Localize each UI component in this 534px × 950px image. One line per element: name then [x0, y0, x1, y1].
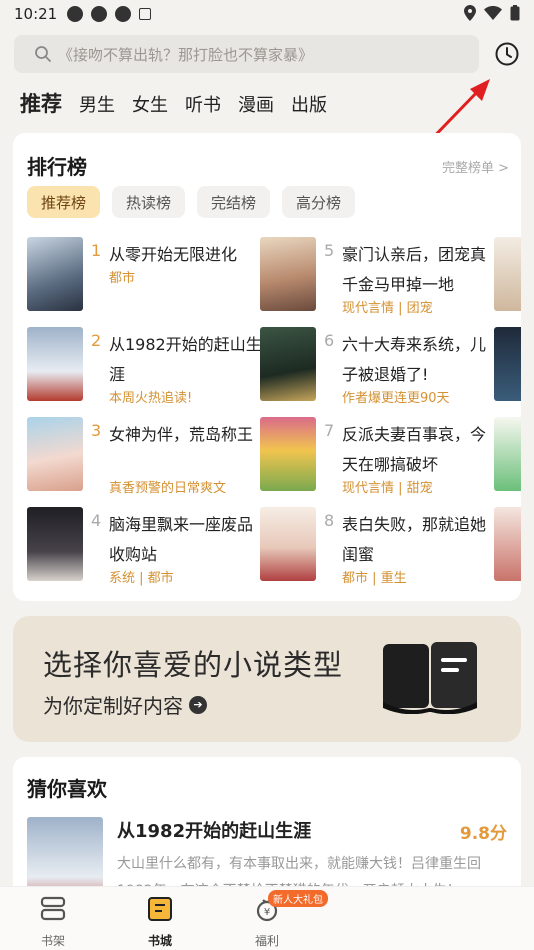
ranking-item[interactable]: 4 脑海里飘来一座废品收购站 系统 | 都市 [27, 507, 257, 586]
tab-ranking-finished[interactable]: 完结榜 [197, 186, 271, 218]
tab-comics[interactable]: 漫画 [238, 91, 274, 117]
notification-icon [91, 6, 108, 22]
bottom-nav: 书架 书城 ¥ 福利 新人大礼包 [0, 886, 534, 950]
location-icon [464, 5, 476, 21]
tab-ranking-top-rated[interactable]: 高分榜 [282, 186, 356, 218]
book-cover [27, 417, 83, 491]
new-user-gift-badge: 新人大礼包 [268, 890, 328, 907]
book-tag: 都市 | 重生 [342, 571, 407, 586]
ranking-item[interactable]: 7 反派夫妻百事哀，今天在哪搞破坏 现代言情 | 甜宠 [260, 417, 490, 496]
book-title: 豪门认亲后，团宠真千金马甲掉一地 [342, 245, 487, 294]
book-title: 女神为伴，荒岛称王 [109, 425, 254, 444]
book-cover[interactable] [494, 507, 521, 581]
ranking-item[interactable]: 3 女神为伴，荒岛称王 真香预警的日常爽文 [27, 417, 257, 496]
ranking-item[interactable]: 1 从零开始无限进化 都市 [27, 237, 257, 313]
search-input[interactable]: 《接吻不算出轨？那打脸也不算家暴》 [14, 35, 479, 73]
book-cover [260, 237, 316, 311]
book-title[interactable]: 从1982开始的赶山生涯 [117, 817, 311, 843]
ranking-title: 排行榜 [27, 155, 87, 179]
rank-number: 1 [91, 241, 102, 260]
nav-welfare-label: 福利 [254, 934, 279, 948]
status-time: 10:21 [14, 5, 58, 23]
ranking-item[interactable]: 5 豪门认亲后，团宠真千金马甲掉一地 现代言情 | 团宠 [260, 237, 490, 316]
battery-icon [510, 5, 520, 21]
genre-banner-subtitle: 为你定制好内容 ➔ [43, 690, 207, 719]
genre-preference-banner[interactable]: 选择你喜爱的小说类型 为你定制好内容 ➔ [13, 616, 521, 742]
nav-welfare[interactable]: ¥ 福利 新人大礼包 [232, 890, 328, 949]
tab-male[interactable]: 男生 [79, 91, 115, 117]
arrow-right-icon: ➔ [189, 695, 207, 714]
ranking-card: 排行榜 完整榜单 > 推荐榜 热读榜 完结榜 高分榜 1 从零开始无限进化 都市… [13, 133, 521, 601]
genre-banner-subtitle-text: 为你定制好内容 [43, 694, 183, 718]
bookshelf-icon [40, 896, 66, 921]
channel-tabs: 推荐 男生 女生 听书 漫画 出版 [20, 88, 327, 118]
nav-bookstore[interactable]: 书城 [125, 895, 195, 949]
tab-ranking-hot[interactable]: 热读榜 [112, 186, 186, 218]
book-cover [260, 507, 316, 581]
book-score: 9.8分 [459, 824, 507, 844]
book-tag: 真香预警的日常爽文 [109, 481, 227, 496]
ranking-item[interactable]: 6 六十大寿来系统，儿子被退婚了! 作者爆更连更90天 [260, 327, 490, 406]
full-ranking-link[interactable]: 完整榜单 > [442, 157, 509, 176]
search-placeholder: 《接吻不算出轨？那打脸也不算家暴》 [58, 45, 314, 64]
book-cover [27, 327, 83, 401]
ranking-tabs: 推荐榜 热读榜 完结榜 高分榜 [27, 186, 356, 218]
svg-text:¥: ¥ [264, 907, 270, 918]
tab-female[interactable]: 女生 [132, 91, 168, 117]
wifi-icon [484, 6, 502, 20]
search-icon [35, 46, 51, 62]
book-title: 从零开始无限进化 [109, 245, 238, 264]
ranking-item[interactable]: 8 表白失败，那就追她闺蜜 都市 | 重生 [260, 507, 490, 586]
guess-title: 猜你喜欢 [27, 777, 107, 801]
ranking-item[interactable]: 2 从1982开始的赶山生涯 本周火热追读! [27, 327, 262, 406]
rank-number: 3 [91, 421, 102, 440]
nav-bookshelf[interactable]: 书架 [18, 895, 88, 949]
tab-publishing[interactable]: 出版 [291, 91, 327, 117]
rank-number: 4 [91, 511, 102, 530]
history-icon[interactable] [494, 41, 520, 67]
book-title: 表白失败，那就追她闺蜜 [342, 515, 487, 564]
nav-bookshelf-label: 书架 [40, 934, 65, 948]
search-row: 《接吻不算出轨？那打脸也不算家暴》 [14, 35, 520, 73]
book-tag: 都市 [109, 271, 136, 286]
book-tag: 现代言情 | 甜宠 [342, 481, 433, 496]
notification-icon [67, 6, 84, 22]
book-cover[interactable] [494, 237, 521, 311]
rank-number: 2 [91, 331, 102, 350]
rank-number: 5 [324, 241, 335, 260]
nav-bookstore-label: 书城 [147, 934, 172, 948]
status-bar: 10:21 [0, 0, 534, 28]
book-cover [27, 237, 83, 311]
book-tag: 现代言情 | 团宠 [342, 301, 433, 316]
tab-recommend[interactable]: 推荐 [20, 88, 62, 118]
book-tag: 系统 | 都市 [109, 571, 174, 586]
book-title: 从1982开始的赶山生涯 [109, 335, 262, 384]
tab-audiobook[interactable]: 听书 [185, 91, 221, 117]
rank-number: 8 [324, 511, 335, 530]
notification-icon [139, 8, 152, 20]
book-tag: 作者爆更连更90天 [342, 391, 450, 406]
book-cover [260, 327, 316, 401]
book-icon [383, 642, 477, 714]
rank-number: 7 [324, 421, 335, 440]
book-cover[interactable] [494, 327, 521, 401]
book-title: 脑海里飘来一座废品收购站 [109, 515, 254, 564]
book-cover [27, 507, 83, 581]
book-tag: 本周火热追读! [109, 391, 193, 406]
book-title: 六十大寿来系统，儿子被退婚了! [342, 335, 487, 384]
bookstore-icon [148, 897, 172, 921]
rank-number: 6 [324, 331, 335, 350]
genre-banner-title: 选择你喜爱的小说类型 [43, 648, 344, 682]
book-cover[interactable] [494, 417, 521, 491]
book-cover [260, 417, 316, 491]
book-title: 反派夫妻百事哀，今天在哪搞破坏 [342, 425, 487, 474]
notification-icon [115, 6, 132, 22]
tab-ranking-recommend[interactable]: 推荐榜 [27, 186, 101, 218]
